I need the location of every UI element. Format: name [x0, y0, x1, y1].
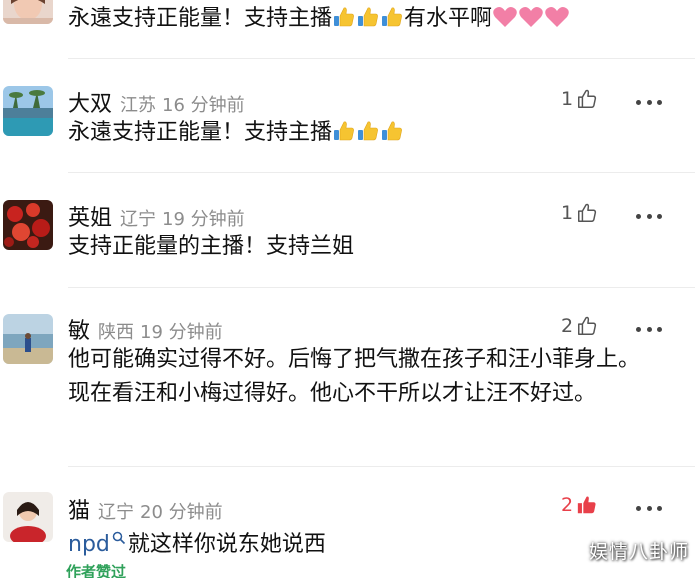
thumbs-up-emoji: [356, 5, 380, 40]
like-button[interactable]: 1: [561, 202, 598, 224]
location: 辽宁: [98, 502, 135, 523]
location: 陕西: [98, 322, 135, 343]
timestamp: 16 分钟前: [162, 95, 245, 116]
comment-meta: 辽宁 19 分钟前: [120, 205, 245, 231]
thumbs-up-outline-icon: [576, 202, 598, 224]
comment-text: 支持正能量的主播！支持兰姐: [68, 234, 355, 259]
avatar[interactable]: [3, 492, 53, 542]
like-count: 2: [561, 494, 574, 516]
pink-heart-emoji: [544, 5, 570, 40]
like-button[interactable]: 2: [561, 494, 598, 516]
more-dots-icon[interactable]: [636, 212, 662, 220]
thumbs-up-emoji: [380, 119, 404, 154]
avatar[interactable]: [3, 0, 53, 24]
location: 辽宁: [120, 209, 157, 230]
more-dots-icon[interactable]: [636, 325, 662, 333]
thumbs-up-emoji: [380, 5, 404, 40]
comment-header: 英姐 辽宁 19 分钟前: [68, 200, 245, 232]
username[interactable]: 敏: [68, 313, 90, 345]
comment-meta: 陕西 19 分钟前: [98, 318, 223, 344]
username[interactable]: 大双: [68, 86, 112, 118]
comment-text: 他可能确实过得不好。后悔了把气撒在孩子和汪小菲身上。现在看汪和小梅过得好。他心不…: [68, 347, 641, 406]
pink-heart-emoji: [518, 5, 544, 40]
comment-text: npd 就这样你说东她说西: [68, 522, 658, 562]
comment-header: 大双 江苏 16 分钟前: [68, 86, 245, 118]
comment-text: 永遠支持正能量！支持主播 有水平啊: [68, 2, 658, 40]
avatar[interactable]: [3, 314, 53, 364]
timestamp: 19 分钟前: [140, 322, 223, 343]
divider: [68, 172, 695, 173]
like-button[interactable]: 1: [561, 88, 598, 110]
mention-link[interactable]: npd: [68, 532, 110, 557]
like-button[interactable]: 2: [561, 315, 598, 337]
comment-meta: 江苏 16 分钟前: [120, 91, 245, 117]
username[interactable]: 猫: [68, 493, 90, 525]
more-dots-icon[interactable]: [636, 504, 662, 512]
timestamp: 19 分钟前: [162, 209, 245, 230]
comment-text: 永遠支持正能量！支持主播: [68, 116, 658, 154]
username[interactable]: 英姐: [68, 200, 112, 232]
search-icon[interactable]: [112, 522, 126, 556]
more-dots-icon[interactable]: [636, 98, 662, 106]
comment-meta: 辽宁 20 分钟前: [98, 498, 223, 524]
thumbs-up-emoji: [332, 5, 356, 40]
like-count: 1: [561, 88, 574, 110]
avatar[interactable]: [3, 86, 53, 136]
author-liked-badge: 作者赞过: [66, 563, 127, 578]
thumbs-up-filled-icon: [576, 494, 598, 516]
timestamp: 20 分钟前: [140, 502, 223, 523]
like-count: 2: [561, 315, 574, 337]
avatar[interactable]: [3, 200, 53, 250]
like-count: 1: [561, 202, 574, 224]
watermark: 娱情八卦师: [588, 541, 689, 563]
comment-header: 敏 陕西 19 分钟前: [68, 313, 223, 345]
comment-list: 永遠支持正能量！支持主播 有水平啊 大双 江苏 16 分钟前 1 永遠支持正能量…: [0, 0, 695, 578]
location: 江苏: [120, 95, 157, 116]
divider: [68, 58, 695, 59]
comment-header: 猫 辽宁 20 分钟前: [68, 493, 223, 525]
thumbs-up-emoji: [356, 119, 380, 154]
divider: [68, 287, 695, 288]
divider: [68, 466, 695, 467]
thumbs-up-outline-icon: [576, 88, 598, 110]
pink-heart-emoji: [492, 5, 518, 40]
thumbs-up-emoji: [332, 119, 356, 154]
thumbs-up-outline-icon: [576, 315, 598, 337]
